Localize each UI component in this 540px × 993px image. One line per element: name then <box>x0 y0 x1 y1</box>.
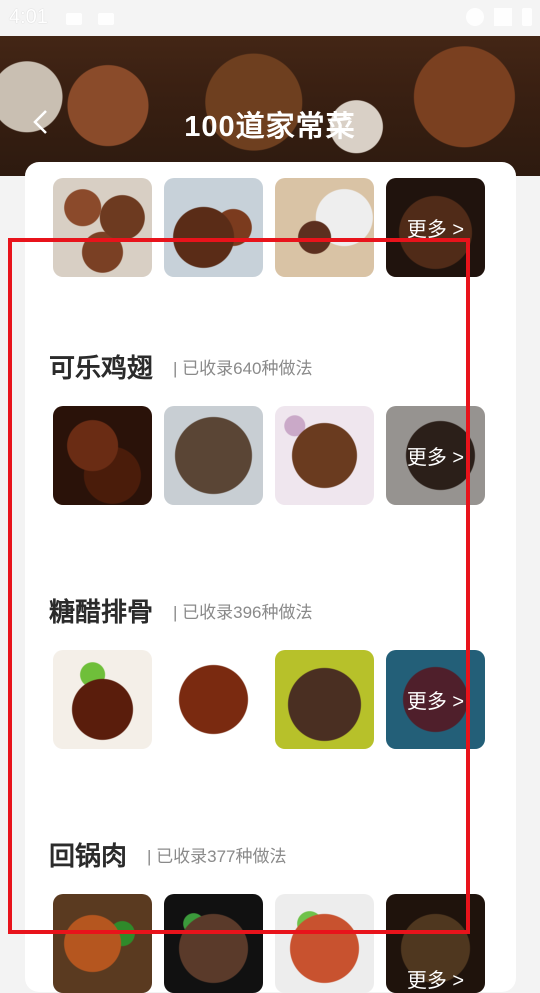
status-time: 4:01 <box>9 6 48 28</box>
more-button[interactable]: 更多 > <box>386 406 485 505</box>
dish-row: 更多 > <box>53 406 485 505</box>
battery-icon <box>522 8 532 26</box>
dish-thumbnail[interactable] <box>164 650 263 749</box>
signal-icon <box>494 8 512 26</box>
dish-row: 更多 > <box>53 650 485 749</box>
dish-thumbnail[interactable] <box>164 178 263 277</box>
dish-thumbnail[interactable] <box>164 406 263 505</box>
more-button[interactable]: 更多 > <box>386 650 485 749</box>
page-title: 100道家常菜 <box>184 111 356 143</box>
section-subtitle: | 已收录396种做法 <box>173 603 313 622</box>
dish-thumbnail[interactable] <box>53 894 152 993</box>
more-button[interactable]: 更多 > <box>386 894 485 993</box>
section-title: 可乐鸡翅 <box>49 353 154 383</box>
more-button[interactable]: 更多 > <box>386 178 485 277</box>
dish-thumbnail[interactable] <box>53 178 152 277</box>
section-title: 糖醋排骨 <box>49 597 154 627</box>
dish-card: 更多 > 可乐鸡翅 | 已收录640种做法 更多 > 糖醋排骨 | 已收录396… <box>25 162 516 993</box>
more-label: 更多 > <box>386 406 485 505</box>
top-dish-row: 更多 > <box>53 178 485 277</box>
wifi-icon <box>466 8 484 26</box>
section-subtitle: | 已收录640种做法 <box>173 359 313 378</box>
dish-thumbnail[interactable] <box>53 406 152 505</box>
dish-thumbnail[interactable] <box>275 894 374 993</box>
more-label: 更多 > <box>386 894 485 993</box>
notification-icon <box>98 13 114 25</box>
section-subtitle: | 已收录377种做法 <box>147 847 287 866</box>
section-title: 回锅肉 <box>49 841 128 871</box>
dish-thumbnail[interactable] <box>275 406 374 505</box>
dish-thumbnail[interactable] <box>53 650 152 749</box>
more-label: 更多 > <box>386 178 485 277</box>
dish-thumbnail[interactable] <box>275 178 374 277</box>
dish-thumbnail[interactable] <box>275 650 374 749</box>
message-icon <box>66 13 82 25</box>
status-bar: 4:01 <box>0 0 540 36</box>
dish-row: 更多 > <box>53 894 485 993</box>
dish-thumbnail[interactable] <box>164 894 263 993</box>
more-label: 更多 > <box>386 650 485 749</box>
